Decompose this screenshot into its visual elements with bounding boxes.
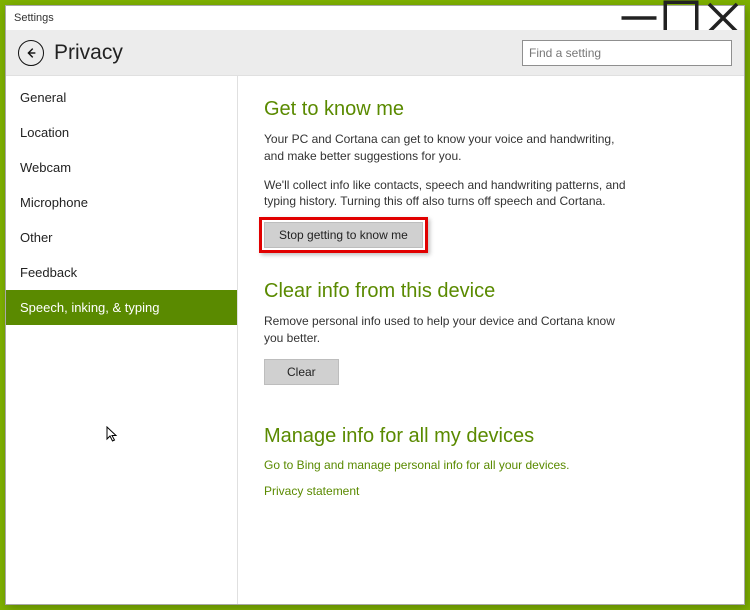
sidebar-item-label: Other [20,230,53,245]
sidebar-item-general[interactable]: General [6,80,237,115]
sidebar-item-microphone[interactable]: Microphone [6,185,237,220]
button-label: Stop getting to know me [279,228,408,242]
minimize-button[interactable] [618,6,660,30]
sidebar-item-label: Webcam [20,160,71,175]
stop-getting-to-know-me-button[interactable]: Stop getting to know me [264,222,423,248]
content: Get to know me Your PC and Cortana can g… [238,76,744,604]
maximize-button[interactable] [660,6,702,30]
back-button[interactable] [18,40,44,66]
know-me-para1: Your PC and Cortana can get to know your… [264,131,634,165]
sidebar-item-label: General [20,90,66,105]
header: Privacy Find a setting [6,30,744,76]
sidebar-item-label: Location [20,125,69,140]
section-heading-manage: Manage info for all my devices [264,425,714,448]
search-placeholder: Find a setting [529,46,601,60]
sidebar: General Location Webcam Microphone Other… [6,76,238,604]
know-me-para2: We'll collect info like contacts, speech… [264,177,634,211]
clear-button[interactable]: Clear [264,359,339,385]
sidebar-item-speech-inking-typing[interactable]: Speech, inking, & typing [6,290,237,325]
section-heading-know-me: Get to know me [264,98,714,121]
settings-window: Settings Privacy Find a setting General … [5,5,745,605]
bing-manage-link[interactable]: Go to Bing and manage personal info for … [264,458,714,472]
section-heading-clear: Clear info from this device [264,280,714,303]
clear-para: Remove personal info used to help your d… [264,313,634,347]
body: General Location Webcam Microphone Other… [6,76,744,604]
titlebar: Settings [6,6,744,30]
sidebar-item-location[interactable]: Location [6,115,237,150]
sidebar-item-label: Feedback [20,265,77,280]
page-title: Privacy [54,41,514,65]
close-button[interactable] [702,6,744,30]
sidebar-item-other[interactable]: Other [6,220,237,255]
sidebar-item-feedback[interactable]: Feedback [6,255,237,290]
window-title: Settings [14,12,618,24]
privacy-statement-link[interactable]: Privacy statement [264,484,714,498]
sidebar-item-label: Microphone [20,195,88,210]
sidebar-item-label: Speech, inking, & typing [20,300,159,315]
button-label: Clear [287,365,316,379]
search-input[interactable]: Find a setting [522,40,732,66]
sidebar-item-webcam[interactable]: Webcam [6,150,237,185]
